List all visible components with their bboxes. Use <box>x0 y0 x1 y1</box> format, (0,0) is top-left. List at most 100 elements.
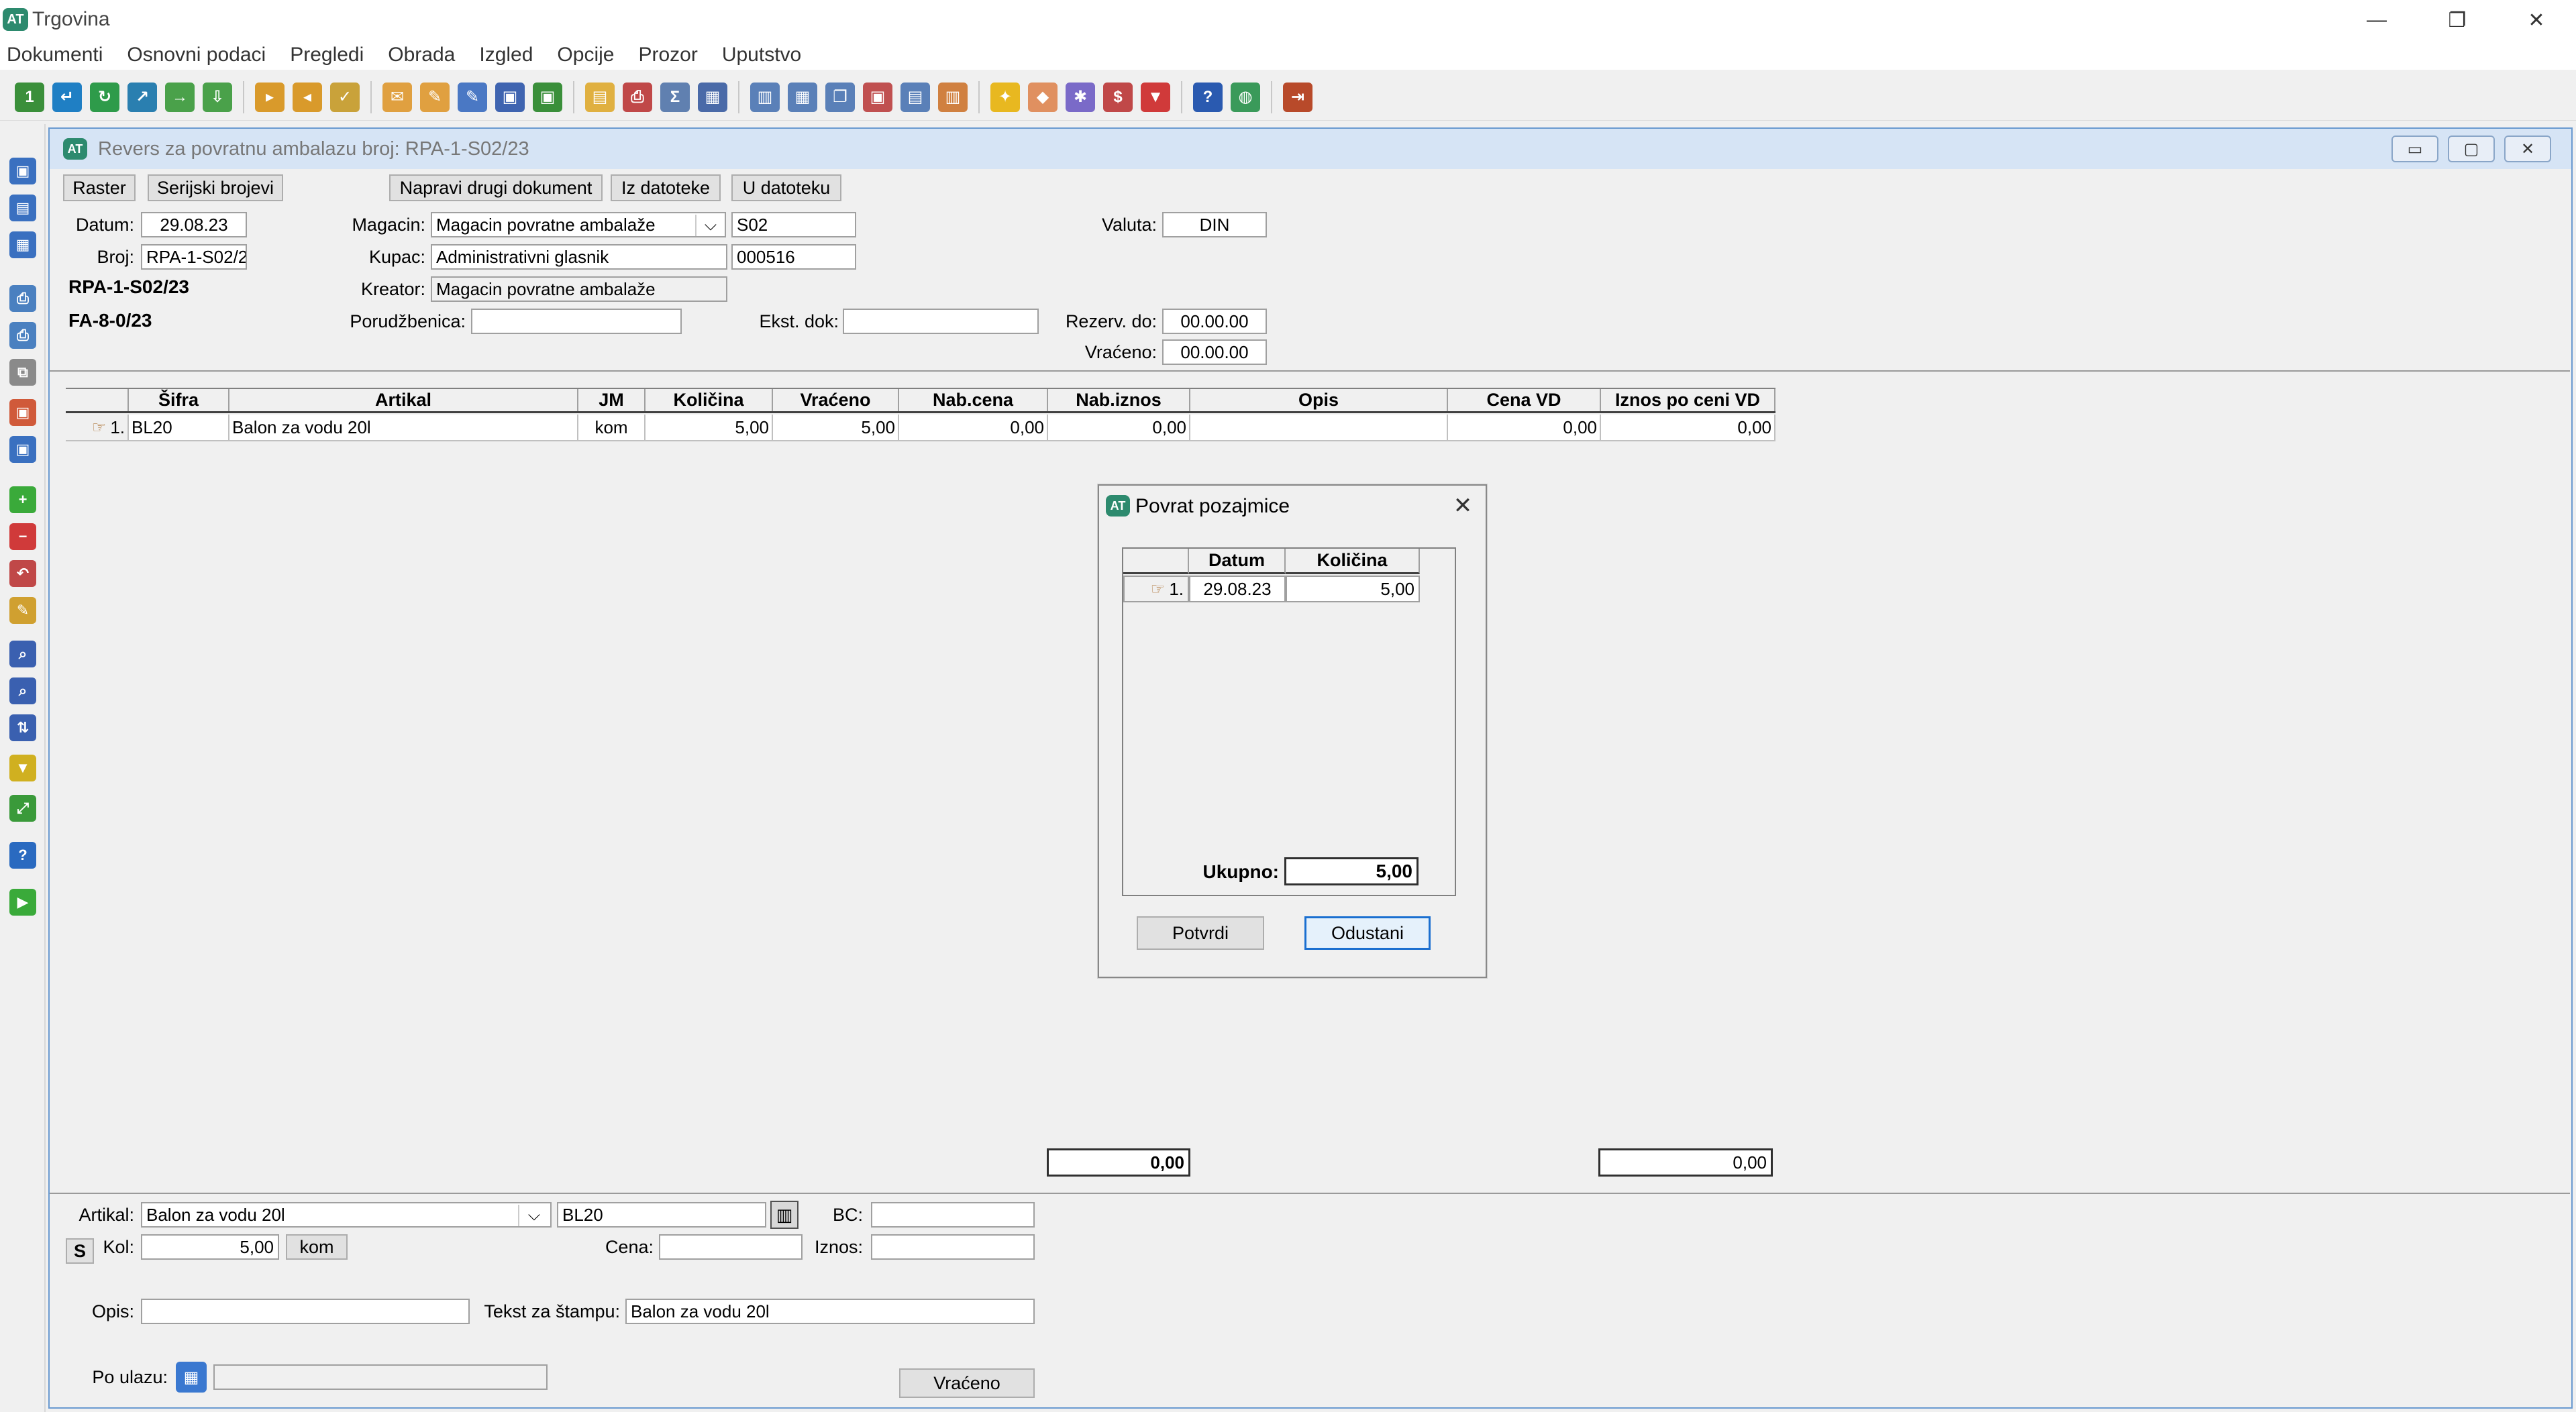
customer-code-field[interactable]: 000516 <box>731 244 856 270</box>
currency-field[interactable]: DIN <box>1162 212 1267 237</box>
cell-iznos-vd[interactable]: 0,00 <box>1601 415 1775 440</box>
window-tile-icon[interactable]: ▥ <box>938 82 968 112</box>
unit-button[interactable]: kom <box>286 1234 348 1260</box>
cell-artikal[interactable]: Balon za vodu 20l <box>229 415 578 440</box>
cell-cena-vd[interactable]: 0,00 <box>1448 415 1601 440</box>
help-round-icon[interactable]: ? <box>9 842 36 869</box>
column-nab-iznos[interactable]: Nab.iznos <box>1048 389 1190 411</box>
returned-button[interactable]: Vraćeno <box>899 1368 1035 1398</box>
s-button[interactable]: S <box>66 1238 94 1264</box>
remove-icon[interactable]: − <box>9 523 36 550</box>
date-field[interactable]: 29.08.23 <box>141 212 247 237</box>
document-icon[interactable]: ▤ <box>585 82 615 112</box>
price-field[interactable] <box>659 1234 803 1260</box>
edit-icon[interactable]: ✎ <box>9 597 36 624</box>
column-vraceno[interactable]: Vraćeno <box>773 389 899 411</box>
package-out-icon[interactable]: ▣ <box>9 399 36 426</box>
customer-field[interactable]: Administrativni glasnik <box>431 244 727 270</box>
gear-icon[interactable]: ✱ <box>1066 82 1095 112</box>
refresh-icon[interactable]: ↻ <box>90 82 119 112</box>
lightbulb-icon[interactable]: ✦ <box>990 82 1020 112</box>
window-list-icon[interactable]: ▤ <box>900 82 930 112</box>
column-artikal[interactable]: Artikal <box>229 389 578 411</box>
table-row[interactable]: ☞ 1. BL20 Balon za vodu 20l kom 5,00 5,0… <box>66 415 1775 441</box>
dialog-column-kolicina[interactable]: Količina <box>1286 549 1420 574</box>
dialog-cell-datum[interactable]: 29.08.23 <box>1189 576 1286 602</box>
import-icon[interactable]: ↵ <box>52 82 82 112</box>
menu-osnovni-podaci[interactable]: Osnovni podaci <box>127 44 266 66</box>
save-green-icon[interactable]: ▣ <box>533 82 562 112</box>
undo-icon[interactable]: ↶ <box>9 560 36 587</box>
cell-nab-cena[interactable]: 0,00 <box>899 415 1048 440</box>
warehouse-select[interactable]: Magacin povratne ambalaže <box>431 212 726 237</box>
order-field[interactable] <box>471 309 682 334</box>
number-field[interactable]: RPA-1-S02/2 <box>141 244 247 270</box>
edit-doc-icon[interactable]: ✎ <box>420 82 450 112</box>
cell-kolicina[interactable]: 5,00 <box>646 415 773 440</box>
column-opis[interactable]: Opis <box>1190 389 1448 411</box>
create-other-document-button[interactable]: Napravi drugi dokument <box>389 174 603 201</box>
layout-grid-icon[interactable]: ▦ <box>788 82 817 112</box>
sum-icon[interactable]: Σ <box>660 82 690 112</box>
chevron-down-icon[interactable]: ⌵ <box>518 1205 549 1226</box>
restore-icon[interactable]: ❐ <box>2424 4 2491 36</box>
table-icon[interactable]: ▦ <box>698 82 727 112</box>
barcode-field[interactable] <box>871 1202 1035 1228</box>
go-icon[interactable]: ▶ <box>9 889 36 916</box>
dialog-column-datum[interactable]: Datum <box>1189 549 1286 574</box>
find-replace-icon[interactable]: ⌕ <box>9 677 36 704</box>
menu-obrada[interactable]: Obrada <box>388 44 455 66</box>
globe-icon[interactable]: ◍ <box>1231 82 1260 112</box>
description-field[interactable] <box>141 1299 470 1324</box>
edit-doc-blue-icon[interactable]: ✎ <box>458 82 487 112</box>
close-icon[interactable]: ✕ <box>2503 4 2570 36</box>
menu-izgled[interactable]: Izgled <box>479 44 533 66</box>
mail-icon[interactable]: ✉ <box>382 82 412 112</box>
column-jm[interactable]: JM <box>578 389 646 411</box>
print-text-field[interactable]: Balon za vodu 20l <box>625 1299 1035 1324</box>
windows-icon[interactable]: ❐ <box>825 82 855 112</box>
new-document-icon[interactable]: 1 <box>15 82 44 112</box>
add-icon[interactable]: + <box>9 486 36 513</box>
export-icon[interactable]: ↗ <box>127 82 157 112</box>
to-file-button[interactable]: U datoteku <box>731 174 841 201</box>
window-close-icon[interactable]: ▣ <box>863 82 892 112</box>
expand-icon[interactable]: ⤢ <box>9 795 36 822</box>
menu-opcije[interactable]: Opcije <box>557 44 614 66</box>
menu-prozor[interactable]: Prozor <box>638 44 697 66</box>
column-sifra[interactable]: Šifra <box>129 389 229 411</box>
print-preview-icon[interactable]: ⎙ <box>9 322 36 349</box>
print-icon[interactable]: ⎙ <box>623 82 652 112</box>
cell-nab-iznos[interactable]: 0,00 <box>1048 415 1190 440</box>
column-cena-vd[interactable]: Cena VD <box>1448 389 1601 411</box>
column-nab-cena[interactable]: Nab.cena <box>899 389 1048 411</box>
folder-check-icon[interactable]: ✓ <box>330 82 360 112</box>
folder-in-icon[interactable]: ▸ <box>255 82 285 112</box>
external-doc-field[interactable] <box>843 309 1039 334</box>
layout-columns-icon[interactable]: ▥ <box>750 82 780 112</box>
exit-icon[interactable]: ⇥ <box>1283 82 1312 112</box>
returned-date-field[interactable]: 00.00.00 <box>1162 339 1267 365</box>
filter-icon[interactable]: ▼ <box>9 755 36 781</box>
dialog-cell-kolicina[interactable]: 5,00 <box>1286 576 1420 602</box>
gem-icon[interactable]: ▼ <box>1141 82 1170 112</box>
menu-dokumenti[interactable]: Dokumenti <box>7 44 103 66</box>
warehouse-code-field[interactable]: S02 <box>731 212 856 237</box>
help-icon[interactable]: ? <box>1193 82 1223 112</box>
confirm-button[interactable]: Potvrdi <box>1137 916 1264 950</box>
menu-pregledi[interactable]: Pregledi <box>290 44 364 66</box>
package-in-icon[interactable]: ▣ <box>9 436 36 463</box>
forward-icon[interactable]: → <box>165 82 195 112</box>
copy-icon[interactable]: ⧉ <box>9 359 36 386</box>
cell-jm[interactable]: kom <box>578 415 646 440</box>
cell-sifra[interactable]: BL20 <box>129 415 229 440</box>
cancel-button[interactable]: Odustani <box>1304 916 1431 950</box>
folder-out-icon[interactable]: ◂ <box>293 82 322 112</box>
calculator-icon[interactable]: ▦ <box>176 1362 207 1393</box>
raster-button[interactable]: Raster <box>63 174 136 201</box>
from-file-button[interactable]: Iz datoteke <box>611 174 721 201</box>
sort-icon[interactable]: ⇅ <box>9 714 36 741</box>
dialog-close-icon[interactable]: ✕ <box>1448 491 1478 521</box>
serial-numbers-button[interactable]: Serijski brojevi <box>148 174 283 201</box>
download-icon[interactable]: ⇩ <box>203 82 232 112</box>
